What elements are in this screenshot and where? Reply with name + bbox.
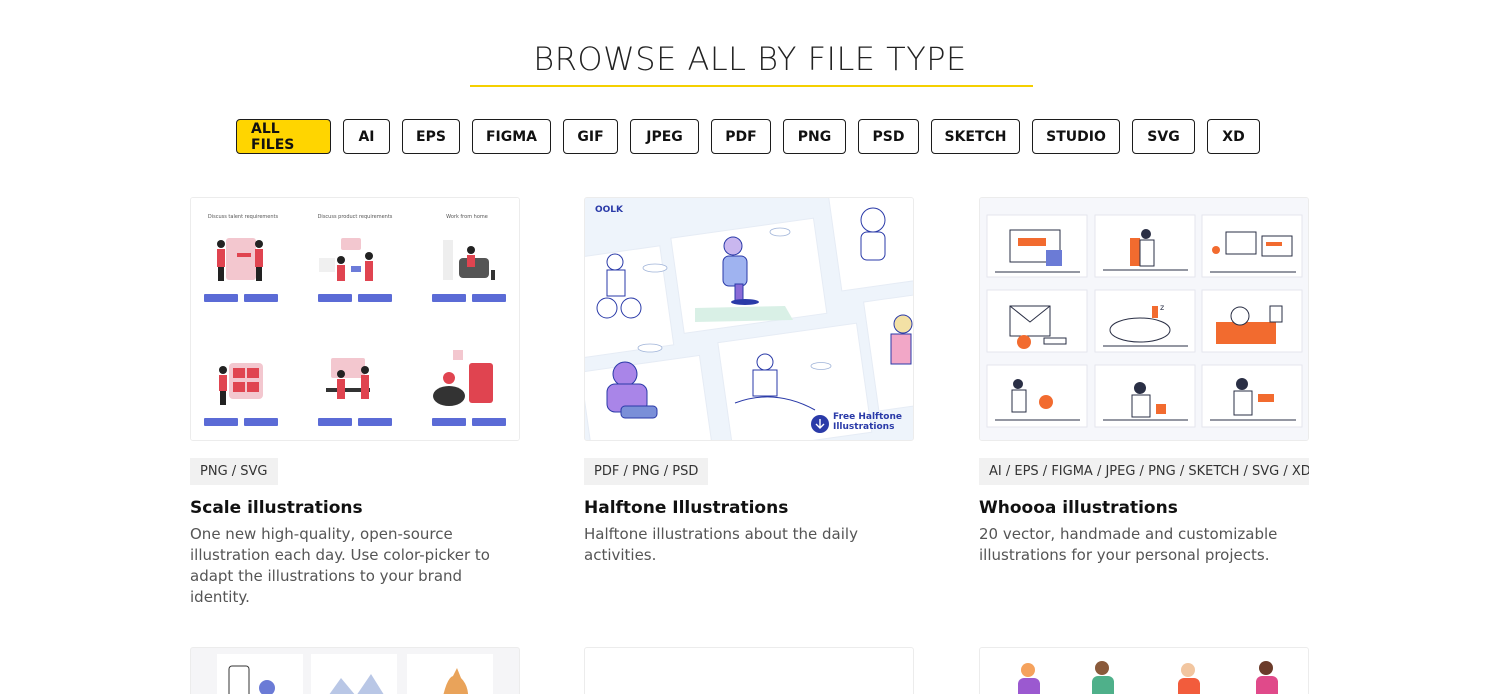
caption-1: Discuss talent requirements	[208, 214, 279, 220]
card-row2-3-thumbnail[interactable]	[979, 647, 1309, 694]
halftone-illustrations-preview: OOLK Free Halftone Illustrations	[585, 198, 913, 440]
card-row2-2-thumbnail[interactable]	[584, 647, 914, 694]
svg-text:z: z	[1160, 303, 1164, 312]
scale-illustrations-preview: Discuss talent requirements Discuss prod…	[191, 198, 519, 440]
filter-gif[interactable]: GIF	[563, 119, 618, 154]
page-title: BROWSE ALL BY FILE TYPE	[533, 40, 967, 78]
card-whoooa-illustrations[interactable]: z AI / EPS / FIGMA / JPEG / PNG / SKETCH…	[979, 197, 1309, 566]
badge-text: Free Halftone Illustrations	[833, 412, 902, 432]
card-title[interactable]: Scale illustrations	[190, 498, 520, 518]
filter-eps[interactable]: EPS	[402, 119, 460, 154]
card-title[interactable]: Halftone Illustrations	[584, 498, 914, 518]
reader-figure	[890, 314, 913, 365]
card-thumbnail[interactable]: z	[979, 197, 1309, 441]
card-description: Halftone illustrations about the daily a…	[584, 525, 858, 564]
file-types-tag: PNG / SVG	[190, 458, 278, 485]
card-scale-illustrations[interactable]: Discuss talent requirements Discuss prod…	[190, 197, 520, 608]
filter-png[interactable]: PNG	[783, 119, 846, 154]
card-halftone-illustrations[interactable]: OOLK Free Halftone Illustrations PDF / P…	[584, 197, 914, 566]
astronaut-figure	[860, 207, 886, 261]
filter-ai[interactable]: AI	[343, 119, 390, 154]
card-row2-1-thumbnail[interactable]	[190, 647, 520, 694]
card-description: 20 vector, handmade and customizable ill…	[979, 525, 1278, 564]
card-thumbnail[interactable]: OOLK Free Halftone Illustrations	[584, 197, 914, 441]
card-row2-3-preview	[1018, 661, 1278, 694]
illustration-talent	[217, 238, 263, 281]
filter-all-files[interactable]: ALL FILES	[236, 119, 331, 154]
card-row2-1-preview	[217, 654, 493, 694]
card-description: One new high-quality, open-source illust…	[190, 525, 490, 606]
file-types-tag: AI / EPS / FIGMA / JPEG / PNG / SKETCH /…	[979, 458, 1309, 485]
card-thumbnail[interactable]: Discuss talent requirements Discuss prod…	[190, 197, 520, 441]
file-types-tag: PDF / PNG / PSD	[584, 458, 709, 485]
title-underline	[470, 85, 1033, 87]
caption-2: Discuss product requirements	[318, 214, 393, 220]
filter-figma[interactable]: FIGMA	[472, 119, 551, 154]
whoooa-illustrations-preview: z	[980, 198, 1308, 440]
filter-xd[interactable]: XD	[1207, 119, 1260, 154]
file-type-filters: ALL FILES AI EPS FIGMA GIF JPEG PDF PNG …	[236, 119, 1260, 154]
filter-jpeg[interactable]: JPEG	[630, 119, 699, 154]
card-title[interactable]: Whoooa illustrations	[979, 498, 1309, 518]
filter-pdf[interactable]: PDF	[711, 119, 771, 154]
filter-svg[interactable]: SVG	[1132, 119, 1195, 154]
caption-3: Work from home	[446, 214, 488, 220]
illustration-calendar	[219, 363, 263, 405]
filter-studio[interactable]: STUDIO	[1032, 119, 1120, 154]
filter-sketch[interactable]: SKETCH	[931, 119, 1020, 154]
oolk-logo: OOLK	[595, 205, 624, 215]
filter-psd[interactable]: PSD	[858, 119, 919, 154]
